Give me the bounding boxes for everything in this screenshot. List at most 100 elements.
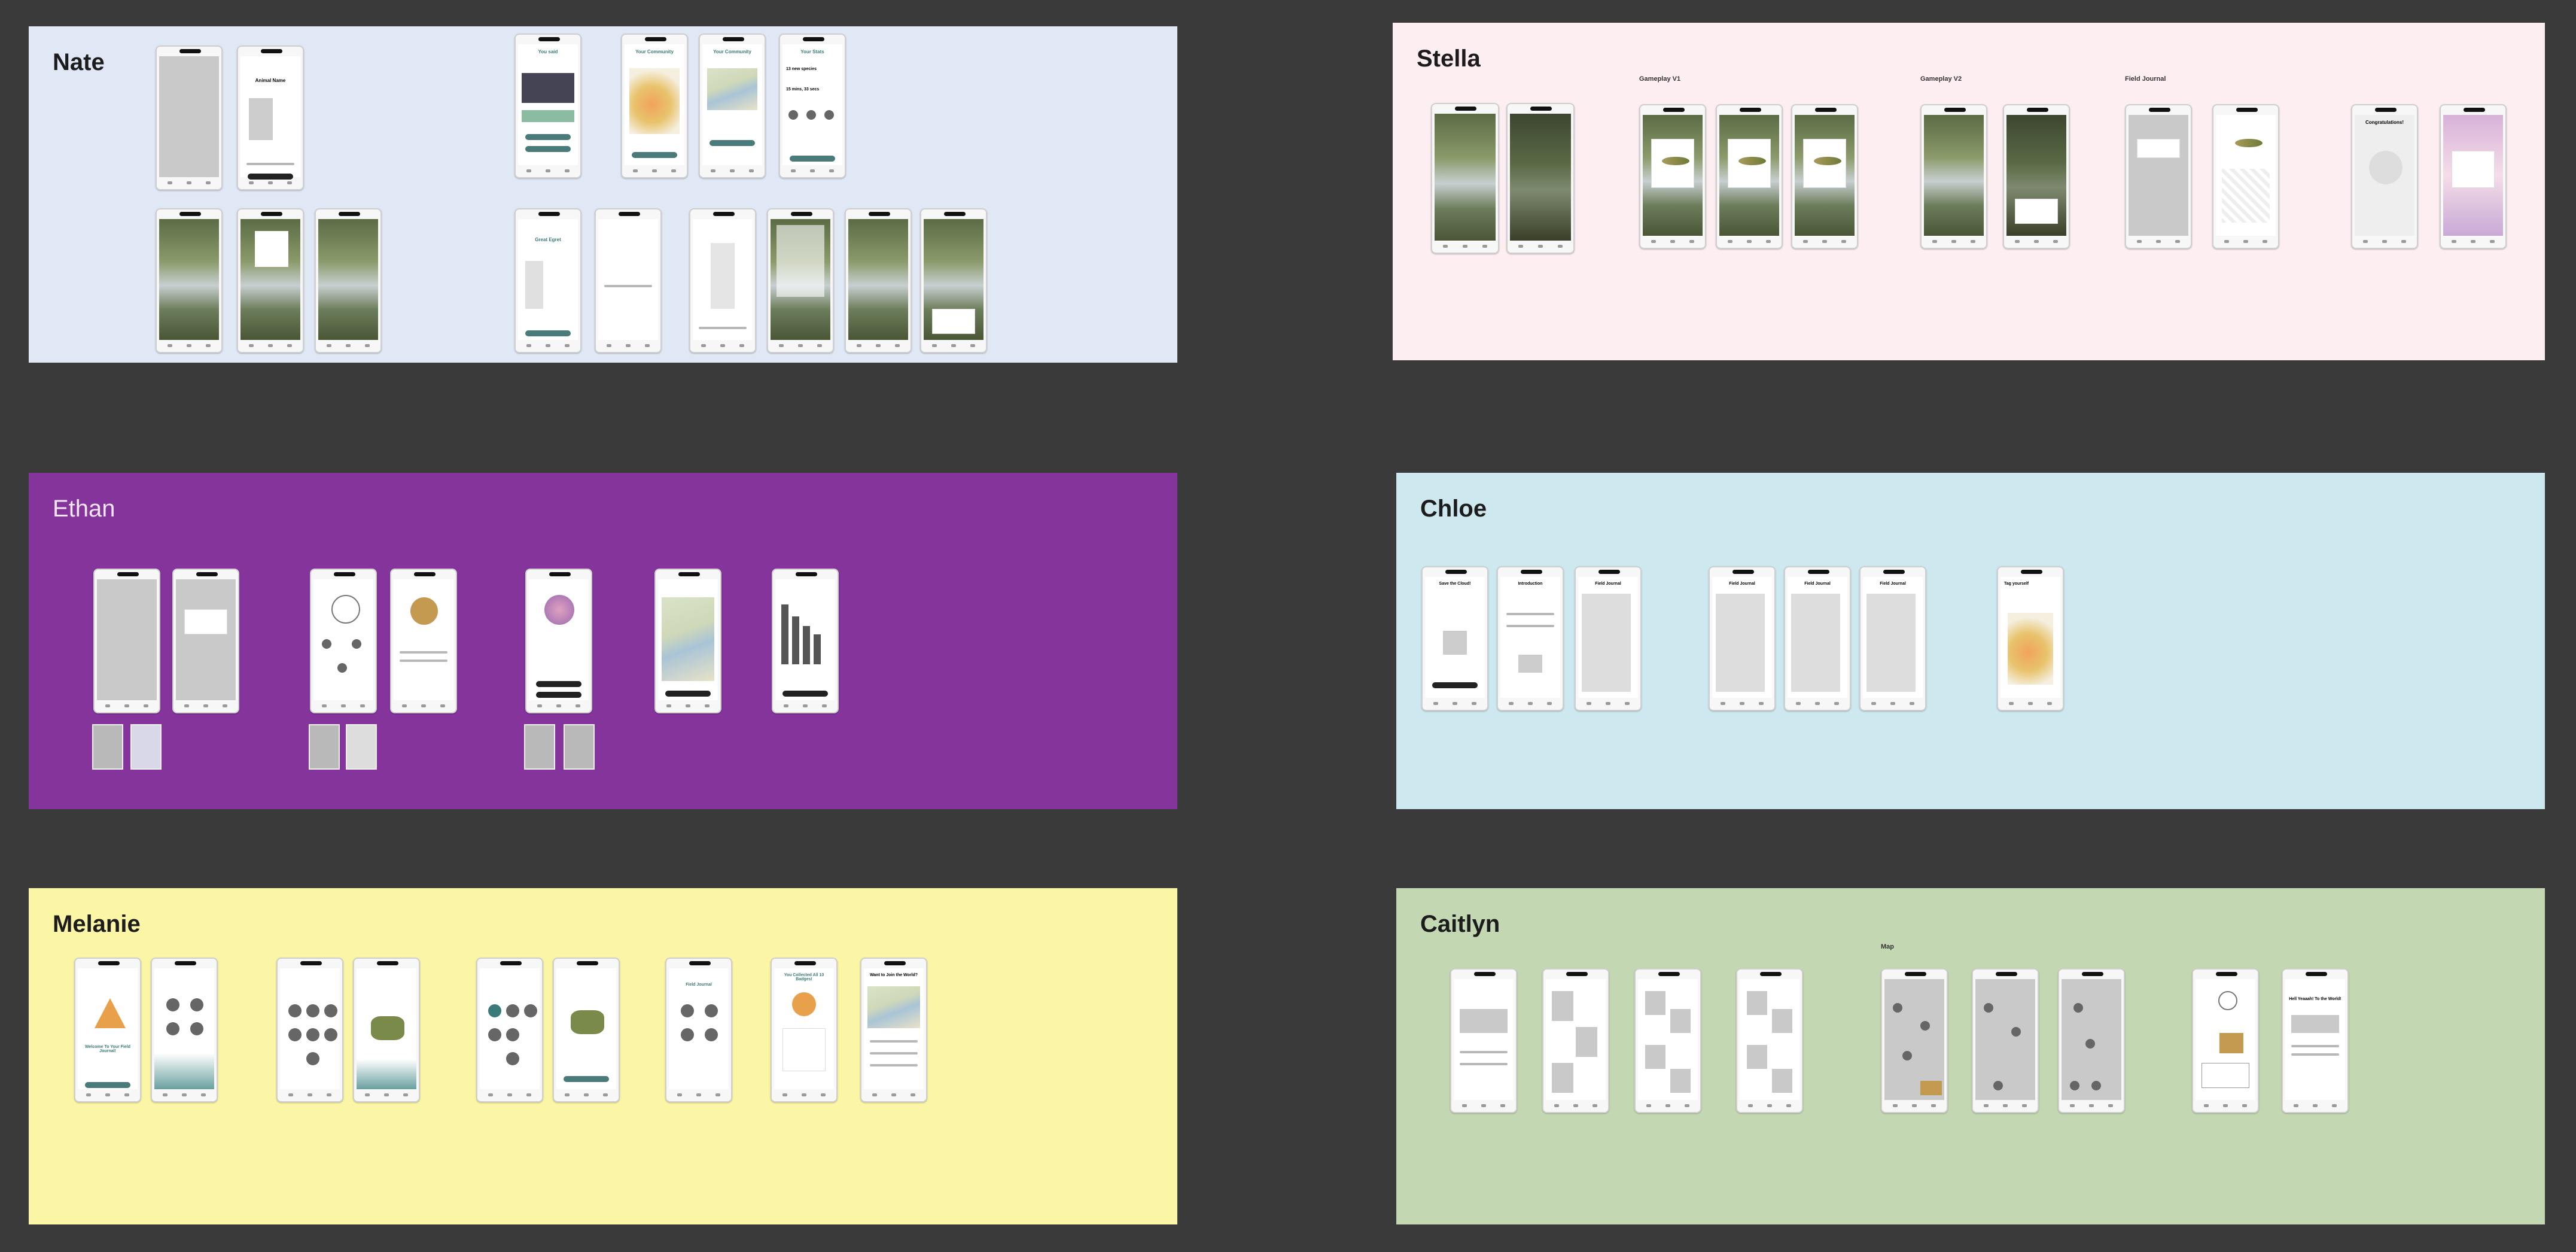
screen-title: Your Community [635,49,674,54]
frame-screen[interactable] [1450,968,1517,1113]
frame-screen[interactable]: Want to Join the World? [860,958,927,1102]
frame-screen[interactable] [2440,104,2507,249]
sketch-thumbnail[interactable] [309,724,340,770]
frame-screen[interactable]: Congratulations! [2351,104,2418,249]
frame-screen[interactable] [1634,968,1701,1113]
screen-title: Introduction [1518,582,1543,586]
frame-screen[interactable]: Tag yourself [1997,566,2064,711]
frame-screen[interactable] [553,958,620,1102]
frame-screen[interactable] [1506,103,1575,254]
frame-screen[interactable]: Introduction [1497,566,1564,711]
frame-screen[interactable] [2192,968,2259,1113]
stats-species: 13 new species [786,67,817,71]
frame-screen[interactable]: Field Journal [665,958,732,1102]
frame-screen[interactable] [1639,104,1706,249]
frame-screen[interactable] [767,208,834,353]
frame-screen[interactable] [654,569,721,713]
section-chloe: Chloe Save the Cloud! Introduction Field… [1396,473,2545,809]
frame-screen[interactable]: Save the Cloud! [1421,566,1488,711]
screen-title: Save the Cloud! [1439,582,1471,586]
frame-screen[interactable] [172,569,239,713]
stats-time: 15 mins, 33 secs [786,87,820,92]
group-label: Field Journal [2125,75,2166,83]
frame-screen[interactable]: Hell Yeaaah! To the World! [2282,968,2349,1113]
group-label: Gameplay V2 [1920,75,1962,83]
screen-title: Tag yourself [2004,582,2029,586]
section-title: Nate [53,49,105,75]
frame-screen[interactable] [353,958,420,1102]
design-canvas: Nate Animal Name You said Your Community… [0,0,2576,1252]
frame-screen[interactable] [1791,104,1858,249]
frame-screen[interactable] [920,208,987,353]
frame-screen[interactable] [1542,968,1609,1113]
frame-screen[interactable] [156,208,223,353]
frame-screen[interactable] [476,958,543,1102]
screen-title: Your Community [713,49,751,54]
frame-screen[interactable]: Field Journal [1859,566,1926,711]
section-caitlyn: Caitlyn Map Hell Yeaaah! To the World! [1396,888,2545,1224]
sketch-thumbnail[interactable] [564,724,595,770]
screen-title: You said [538,49,558,54]
screen-title: Field Journal [1880,582,1906,586]
section-ethan: Ethan [29,473,1177,809]
section-title: Melanie [53,911,141,937]
screen-title: Field Journal [1804,582,1831,586]
frame-screen[interactable]: Your Stats 13 new species 15 mins, 33 secs [779,34,846,178]
screen-title: Congratulations! [2365,120,2404,125]
frame-screen[interactable]: Field Journal [1709,566,1776,711]
sketch-thumbnail[interactable] [524,724,555,770]
screen-title: Your Stats [800,49,824,54]
frame-screen[interactable]: Great Egret [514,208,581,353]
section-title: Caitlyn [1420,911,1500,937]
frame-screen[interactable]: Field Journal [1575,566,1642,711]
frame-screen[interactable] [315,208,382,353]
screen-title: Welcome To Your Field Journal! [84,1045,131,1053]
frame-screen[interactable] [156,45,223,190]
frame-screen[interactable] [93,569,160,713]
section-nate: Nate Animal Name You said Your Community… [29,26,1177,363]
frame-screen[interactable] [1736,968,1803,1113]
group-label: Gameplay V1 [1639,75,1681,83]
section-title: Stella [1417,45,1481,72]
frame-screen[interactable] [525,569,592,713]
frame-screen[interactable] [689,208,756,353]
sketch-thumbnail[interactable] [92,724,123,770]
frame-screen[interactable] [2058,968,2125,1113]
frame-screen[interactable] [276,958,343,1102]
frame-screen[interactable]: You said [514,34,581,178]
frame-screen[interactable]: Your Community [621,34,688,178]
screen-title: Field Journal [1595,582,1621,586]
frame-screen[interactable] [1920,104,1987,249]
screen-title: Want to Join the World? [869,973,918,977]
frame-screen[interactable] [1431,103,1499,254]
screen-title: Hell Yeaaah! To the World! [2289,997,2341,1001]
section-melanie: Melanie Welcome To Your Field Journal! F… [29,888,1177,1224]
frame-screen[interactable] [772,569,839,713]
frame-screen[interactable] [237,208,304,353]
screen-title: Field Journal [686,983,712,987]
section-title: Ethan [53,496,115,522]
frame-screen[interactable] [2212,104,2279,249]
group-label: Map [1881,943,1894,950]
sketch-thumbnail[interactable] [346,724,377,770]
frame-screen[interactable] [1972,968,2039,1113]
frame-screen[interactable] [310,569,377,713]
frame-screen[interactable] [1716,104,1783,249]
frame-screen[interactable]: Your Community [699,34,766,178]
screen-title: Great Egret [535,237,561,242]
frame-screen[interactable]: Welcome To Your Field Journal! [74,958,141,1102]
frame-screen[interactable] [845,208,912,353]
sketch-thumbnail[interactable] [130,724,162,770]
screen-title: Field Journal [1729,582,1755,586]
frame-screen[interactable]: Animal Name [237,45,304,190]
screen-title: You Collected All 10 Badges! [784,973,824,981]
frame-screen[interactable]: Field Journal [1784,566,1851,711]
screen-title: Animal Name [255,78,286,83]
frame-screen[interactable] [151,958,218,1102]
frame-screen[interactable]: You Collected All 10 Badges! [771,958,838,1102]
frame-screen[interactable] [2003,104,2070,249]
frame-screen[interactable] [390,569,457,713]
frame-screen[interactable] [2125,104,2192,249]
frame-screen[interactable] [1881,968,1948,1113]
frame-screen[interactable] [595,208,662,353]
